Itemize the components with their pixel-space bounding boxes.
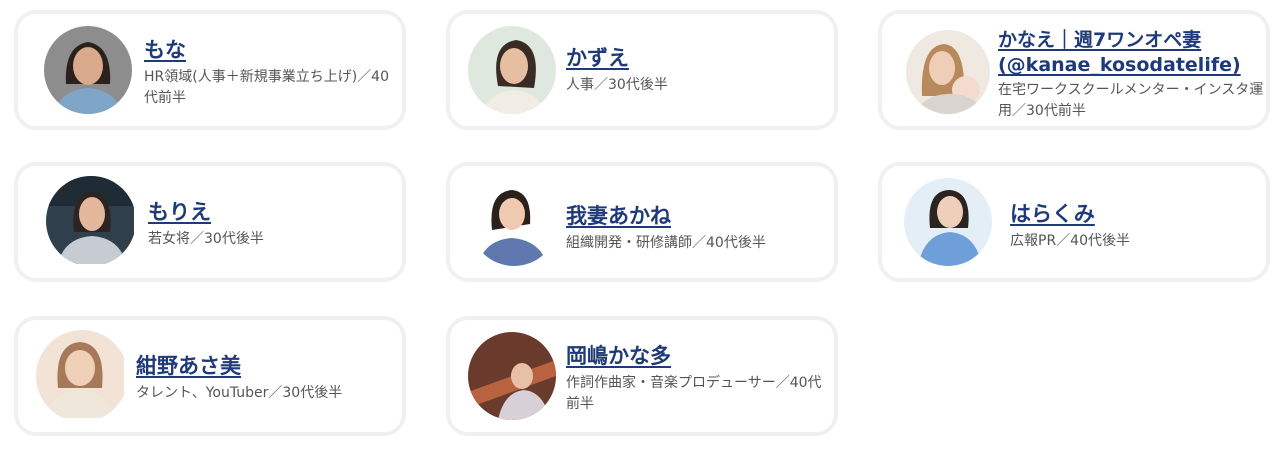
avatar[interactable] <box>36 330 128 422</box>
avatar[interactable] <box>468 332 556 420</box>
profile-card: かなえ｜週7ワンオペ妻(@kanae_kosodatelife) 在宅ワークスク… <box>878 10 1270 130</box>
profile-description: タレント、YouTuber／30代後半 <box>136 385 343 401</box>
profile-description: 組織開発・研修講師／40代後半 <box>566 235 766 251</box>
profile-name-link[interactable]: はらくみ <box>1010 202 1095 227</box>
person-portrait-icon <box>470 178 558 266</box>
profile-card: はらくみ 広報PR／40代後半 <box>878 162 1270 282</box>
profile-description: 広報PR／40代後半 <box>1010 233 1130 249</box>
avatar[interactable] <box>44 26 132 114</box>
profile-card: 岡嶋かな多 作詞作曲家・音楽プロデューサー／40代前半 <box>446 316 838 436</box>
person-portrait-icon <box>468 332 556 420</box>
profile-name-link[interactable]: かなえ｜週7ワンオペ妻(@kanae_kosodatelife) <box>998 28 1266 78</box>
person-portrait-icon <box>44 26 132 114</box>
avatar[interactable] <box>46 176 136 266</box>
profile-description: 在宅ワークスクールメンター・インスタ運用／30代前半 <box>998 82 1264 119</box>
avatar[interactable] <box>468 26 556 114</box>
profile-name-link[interactable]: 我妻あかね <box>566 204 671 229</box>
profile-name-link[interactable]: かずえ <box>566 46 629 71</box>
profile-name-link[interactable]: 紺野あさ美 <box>136 354 241 379</box>
profile-card: 紺野あさ美 タレント、YouTuber／30代後半 <box>14 316 406 436</box>
person-portrait-icon <box>906 30 990 114</box>
profile-name-link[interactable]: もりえ <box>148 200 211 225</box>
avatar[interactable] <box>906 30 990 114</box>
profile-name-link[interactable]: もな <box>144 38 186 63</box>
avatar[interactable] <box>904 178 992 266</box>
person-portrait-icon <box>36 330 124 418</box>
person-portrait-icon <box>904 178 992 266</box>
avatar[interactable] <box>470 178 558 266</box>
person-portrait-icon <box>468 26 556 114</box>
profile-card: もりえ 若女将／30代後半 <box>14 162 406 282</box>
profile-card: もな HR領域(人事＋新規事業立ち上げ)／40代前半 <box>14 10 406 130</box>
profile-description: 人事／30代後半 <box>566 77 668 93</box>
profile-name-link[interactable]: 岡嶋かな多 <box>566 344 671 369</box>
profile-description: 作詞作曲家・音楽プロデューサー／40代前半 <box>566 375 822 412</box>
profile-description: HR領域(人事＋新規事業立ち上げ)／40代前半 <box>144 69 389 106</box>
profile-card: かずえ 人事／30代後半 <box>446 10 838 130</box>
profile-description: 若女将／30代後半 <box>148 231 264 247</box>
person-portrait-icon <box>46 176 134 264</box>
profile-card: 我妻あかね 組織開発・研修講師／40代後半 <box>446 162 838 282</box>
